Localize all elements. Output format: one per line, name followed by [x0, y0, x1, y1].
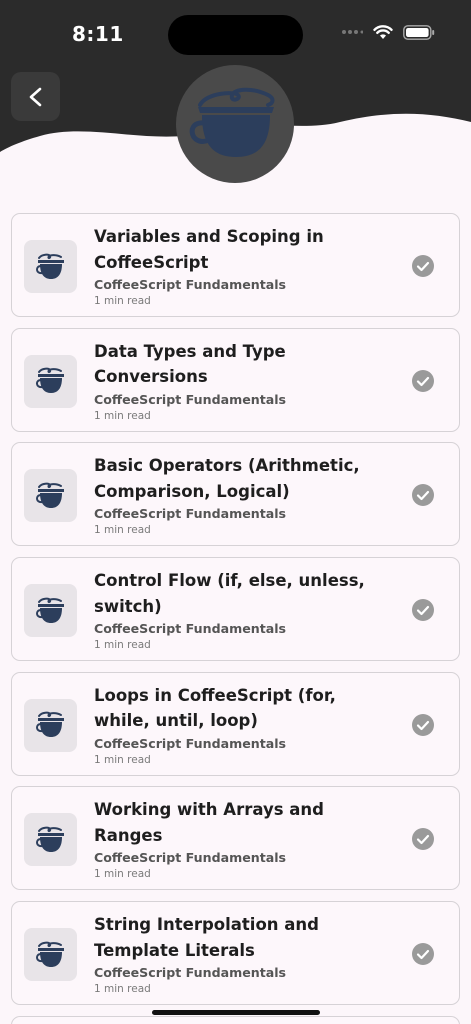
- lesson-card[interactable]: Data Types and Type Conversions CoffeeSc…: [11, 327, 460, 432]
- lesson-title: Loops in CoffeeScript (for, while, until…: [94, 685, 336, 731]
- lesson-card[interactable]: Variables and Scoping in CoffeeScript Co…: [11, 213, 460, 317]
- lesson-read-time: 1 min read: [94, 524, 151, 537]
- check-circle-icon: [412, 943, 434, 966]
- lesson-thumbnail: [24, 469, 77, 523]
- coffee-cup-icon: [176, 65, 294, 183]
- lesson-read-time: 1 min read: [94, 983, 151, 996]
- lesson-card[interactable]: String Interpolation and Template Litera…: [11, 901, 460, 1006]
- coffee-cup-icon: [35, 597, 64, 623]
- lesson-course: CoffeeScript Fundamentals: [94, 391, 287, 407]
- lesson-title: Data Types and Type Conversions: [94, 341, 286, 387]
- back-button[interactable]: [11, 72, 60, 121]
- lesson-read-time: 1 min read: [94, 409, 151, 422]
- check-circle-icon: [412, 255, 434, 277]
- dynamic-island: [168, 15, 303, 55]
- coffee-cup-icon: [35, 482, 64, 508]
- lesson-read-time: 1 min read: [94, 753, 151, 766]
- lesson-title: Basic Operators (Arithmetic, Comparison,…: [94, 456, 360, 501]
- battery-icon: [403, 24, 435, 40]
- wifi-icon: [373, 25, 393, 39]
- check-circle-icon: [412, 828, 434, 851]
- check-circle-icon: [412, 599, 434, 622]
- coffee-cup-icon: [35, 711, 64, 738]
- lesson-thumbnail: [24, 354, 77, 408]
- lesson-thumbnail: [24, 240, 77, 293]
- lesson-thumbnail: [24, 584, 77, 638]
- lesson-course: CoffeeScript Fundamentals: [94, 735, 287, 751]
- lesson-read-time: 1 min read: [94, 639, 151, 652]
- coffee-cup-icon: [35, 826, 64, 852]
- lesson-read-time: 1 min read: [94, 295, 151, 307]
- lesson-course: CoffeeScript Fundamentals: [94, 621, 287, 637]
- coffee-cup-icon: [35, 941, 64, 967]
- status-icons: [341, 24, 435, 40]
- home-indicator[interactable]: [152, 1010, 320, 1015]
- lesson-course: CoffeeScript Fundamentals: [94, 506, 287, 522]
- lesson-card[interactable]: Control Flow (if, else, unless, switch) …: [11, 557, 460, 662]
- lesson-thumbnail: [24, 813, 77, 867]
- lesson-course: CoffeeScript Fundamentals: [94, 277, 287, 292]
- lesson-title: String Interpolation and Template Litera…: [94, 915, 319, 960]
- lesson-thumbnail: [24, 698, 77, 752]
- lesson-title: Working with Arrays and Ranges: [94, 800, 324, 845]
- lesson-card[interactable]: Working with Arrays and Ranges CoffeeScr…: [11, 786, 460, 891]
- lesson-list: Variables and Scoping in CoffeeScript Co…: [11, 213, 460, 1016]
- lesson-card[interactable]: Basic Operators (Arithmetic, Comparison,…: [11, 442, 460, 547]
- lesson-card[interactable]: Loops in CoffeeScript (for, while, until…: [11, 671, 460, 776]
- lesson-thumbnail: [24, 928, 77, 982]
- lesson-title: Control Flow (if, else, unless, switch): [94, 571, 365, 616]
- lesson-course: CoffeeScript Fundamentals: [94, 850, 287, 866]
- status-time: 8:11: [72, 22, 124, 46]
- coffee-cup-icon: [35, 367, 64, 394]
- lesson-title: Variables and Scoping in CoffeeScript: [94, 227, 324, 272]
- lesson-read-time: 1 min read: [94, 868, 151, 881]
- check-circle-icon: [412, 484, 434, 507]
- cellular-signal-icon: [342, 30, 363, 34]
- chevron-left-icon: [29, 87, 41, 106]
- header: 8:11: [0, 0, 471, 200]
- lesson-card-partial[interactable]: [11, 1016, 460, 1024]
- check-circle-icon: [412, 369, 434, 392]
- lesson-course: CoffeeScript Fundamentals: [94, 965, 287, 981]
- check-circle-icon: [412, 713, 434, 736]
- coffee-cup-icon: [35, 253, 64, 279]
